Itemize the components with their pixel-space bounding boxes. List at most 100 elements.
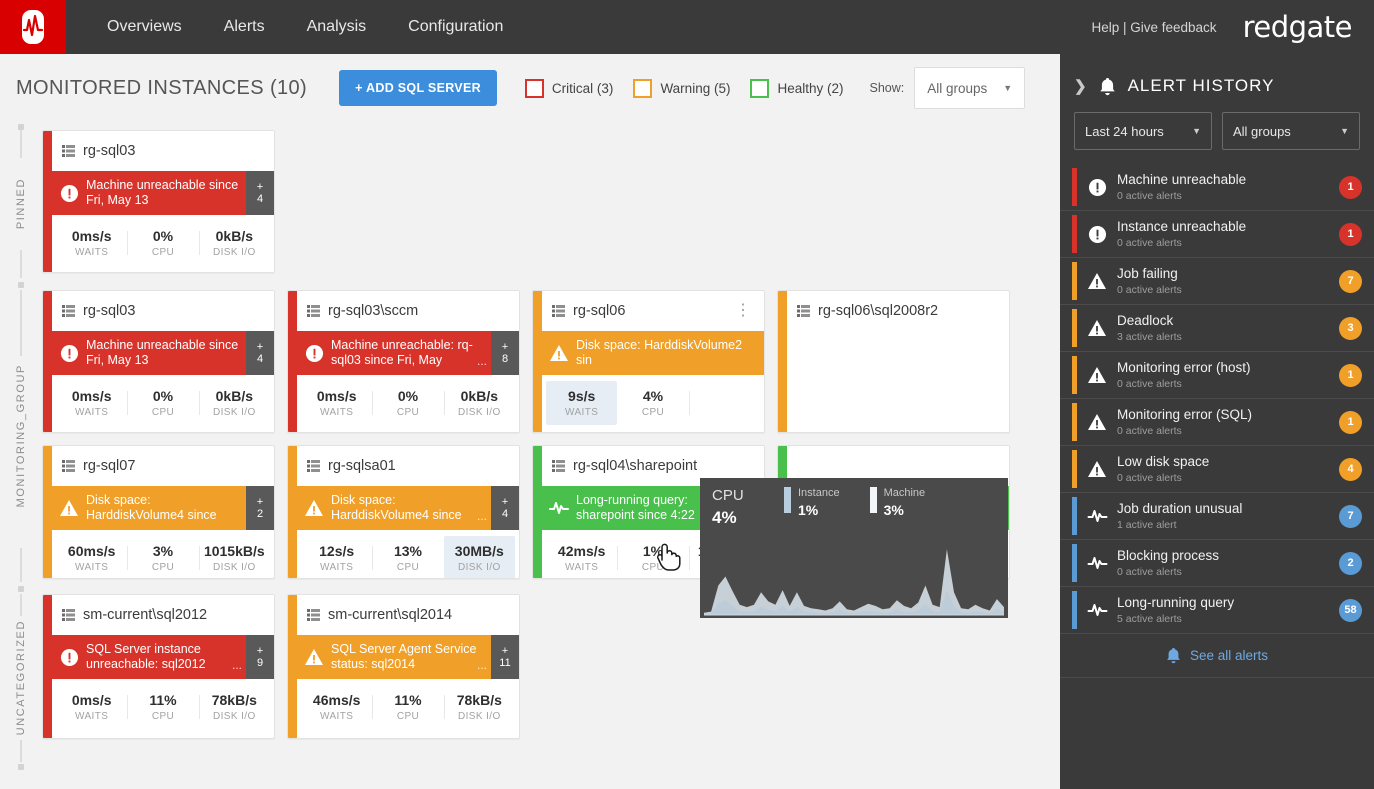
metric-disk-io[interactable]: 30MB/s DISK I/O: [444, 536, 515, 579]
metric-cpu[interactable]: 0% CPU: [127, 221, 198, 265]
card-alert-more-count[interactable]: +11: [491, 635, 519, 679]
alert-count-badge: 2: [1339, 552, 1362, 575]
instance-card[interactable]: rg-sql03 Machine unreachable since Fri, …: [42, 290, 275, 433]
exclamation-circle-icon: [52, 331, 86, 375]
instance-groups-scroll[interactable]: PINNED: [0, 122, 1060, 789]
alert-history-row[interactable]: Low disk space0 active alerts4: [1060, 446, 1374, 493]
card-alert-text: SQL Server instance unreachable: sql2012: [86, 642, 242, 672]
legend-filter-healthy[interactable]: Healthy (2): [750, 79, 843, 98]
metric-label: WAITS: [320, 711, 353, 722]
card-alert-band[interactable]: Machine unreachable since Fri, May 13 +4: [52, 171, 274, 215]
metric-waits[interactable]: 9s/s WAITS: [546, 381, 617, 425]
metric-cpu[interactable]: 11% CPU: [372, 685, 443, 729]
metric-cpu[interactable]: 11% CPU: [127, 685, 198, 729]
cards-row-uncategorized: sm-current\sql2012 SQL Server instance u…: [42, 594, 520, 762]
metric-value: 30MB/s: [455, 543, 504, 559]
metric-waits[interactable]: 60ms/s WAITS: [56, 536, 127, 579]
chevron-down-icon: ▼: [1192, 126, 1201, 136]
instance-card[interactable]: rg-sql03 Machine unreachable since Fri, …: [42, 130, 275, 273]
legend-filter-warning[interactable]: Warning (5): [633, 79, 730, 98]
nav-link-analysis[interactable]: Analysis: [286, 0, 388, 54]
metric-waits[interactable]: 46ms/s WAITS: [301, 685, 372, 729]
instance-card[interactable]: rg-sql07 Disk space: HarddiskVolume4 sin…: [42, 445, 275, 579]
card-alert-band[interactable]: Disk space: HarddiskVolume2 sin: [542, 331, 764, 375]
legend-swatch-instance: [784, 487, 791, 513]
metric-disk-io[interactable]: 0kB/s DISK I/O: [444, 381, 515, 425]
nav-link-configuration[interactable]: Configuration: [387, 0, 524, 54]
help-feedback-links[interactable]: Help | Give feedback: [1091, 20, 1216, 35]
alert-history-row[interactable]: Deadlock3 active alerts3: [1060, 305, 1374, 352]
metric-disk-io[interactable]: 0kB/s DISK I/O: [199, 381, 270, 425]
group-rail-label-pinned: PINNED: [15, 178, 27, 229]
card-alert-more-count[interactable]: +8: [491, 331, 519, 375]
metric-disk-io[interactable]: [689, 381, 760, 425]
critical-checkbox[interactable]: [525, 79, 544, 98]
card-alert-band[interactable]: SQL Server instance unreachable: sql2012…: [52, 635, 274, 679]
warning-checkbox[interactable]: [633, 79, 652, 98]
exclamation-circle-icon: [52, 635, 86, 679]
see-all-alerts-link[interactable]: See all alerts: [1060, 634, 1374, 678]
card-alert-band[interactable]: Disk space: HarddiskVolume4 since +2: [52, 486, 274, 530]
group-filter-select[interactable]: All groups ▼: [914, 67, 1025, 109]
card-alert-more-count[interactable]: +9: [246, 635, 274, 679]
metric-disk-io[interactable]: 1015kB/s DISK I/O: [199, 536, 270, 579]
card-alert-more-count[interactable]: +4: [246, 171, 274, 215]
legend-filter-critical[interactable]: Critical (3): [525, 79, 614, 98]
metric-waits[interactable]: 0ms/s WAITS: [56, 381, 127, 425]
metric-cpu[interactable]: 3% CPU: [127, 536, 198, 579]
metric-disk-io[interactable]: 0kB/s DISK I/O: [199, 221, 270, 265]
card-menu-icon[interactable]: ⋮: [732, 306, 754, 316]
server-icon: [62, 459, 76, 473]
card-header: rg-sql07: [52, 446, 274, 486]
group-rail-label-monitoring-group: MONITORING_GROUP: [15, 364, 27, 507]
alert-history-row[interactable]: Monitoring error (SQL)0 active alerts1: [1060, 399, 1374, 446]
card-alert-more-count[interactable]: +4: [246, 331, 274, 375]
alert-active-count: 0 active alerts: [1117, 472, 1339, 484]
metric-cpu[interactable]: 4% CPU: [617, 381, 688, 425]
nav-link-alerts[interactable]: Alerts: [203, 0, 286, 54]
card-alert-band[interactable]: SQL Server Agent Service status: sql2014…: [297, 635, 519, 679]
warning-triangle-icon: [297, 486, 331, 530]
card-alert-more-count[interactable]: +2: [246, 486, 274, 530]
instance-card[interactable]: rg-sqlsa01 Disk space: HarddiskVolume4 s…: [287, 445, 520, 579]
nav-link-overviews[interactable]: Overviews: [86, 0, 203, 54]
alert-history-row[interactable]: Long-running query5 active alerts58: [1060, 587, 1374, 634]
card-header: rg-sqlsa01: [297, 446, 519, 486]
alert-history-row[interactable]: Machine unreachable0 active alerts1: [1060, 164, 1374, 211]
add-sql-server-button[interactable]: + ADD SQL SERVER: [339, 70, 497, 106]
card-alert-band[interactable]: Machine unreachable since Fri, May 13 +4: [52, 331, 274, 375]
alert-history-row[interactable]: Monitoring error (host)0 active alerts1: [1060, 352, 1374, 399]
card-alert-band[interactable]: Disk space: HarddiskVolume4 since ... +4: [297, 486, 519, 530]
instance-card[interactable]: rg-sql06 ⋮ Disk space: HarddiskVolume2 s…: [532, 290, 765, 433]
instance-card[interactable]: sm-current\sql2014 SQL Server Agent Serv…: [287, 594, 520, 739]
metric-disk-io[interactable]: 78kB/s DISK I/O: [444, 685, 515, 729]
alert-history-row[interactable]: Job duration unusual1 active alert7: [1060, 493, 1374, 540]
healthy-checkbox[interactable]: [750, 79, 769, 98]
metric-waits[interactable]: 0ms/s WAITS: [301, 381, 372, 425]
legend-swatch-machine: [870, 487, 877, 513]
app-logo[interactable]: [0, 0, 66, 54]
metric-cpu[interactable]: 0% CPU: [127, 381, 198, 425]
tooltip-legend-instance: Instance 1%: [784, 487, 840, 528]
top-navigation-bar: Overviews Alerts Analysis Configuration …: [0, 0, 1374, 54]
instance-card[interactable]: rg-sql03\sccm Machine unreachable: rq-sq…: [287, 290, 520, 433]
alert-history-row[interactable]: Instance unreachable0 active alerts1: [1060, 211, 1374, 258]
metric-waits[interactable]: 42ms/s WAITS: [546, 536, 617, 579]
metric-waits[interactable]: 12s/s WAITS: [301, 536, 372, 579]
instance-card[interactable]: rg-sql06\sql2008r2: [777, 290, 1010, 433]
chevron-right-icon[interactable]: ❯: [1074, 77, 1087, 95]
nav-links: Overviews Alerts Analysis Configuration: [86, 0, 524, 54]
metric-cpu[interactable]: 13% CPU: [372, 536, 443, 579]
card-metrics: 0ms/s WAITS 11% CPU 78kB/s DISK I/O: [52, 679, 274, 735]
instance-card[interactable]: sm-current\sql2012 SQL Server instance u…: [42, 594, 275, 739]
alert-history-row[interactable]: Blocking process0 active alerts2: [1060, 540, 1374, 587]
alert-history-row[interactable]: Job failing0 active alerts7: [1060, 258, 1374, 305]
metric-waits[interactable]: 0ms/s WAITS: [56, 685, 127, 729]
metric-waits[interactable]: 0ms/s WAITS: [56, 221, 127, 265]
metric-cpu[interactable]: 0% CPU: [372, 381, 443, 425]
alert-group-select[interactable]: All groups ▼: [1222, 112, 1360, 150]
metric-disk-io[interactable]: 78kB/s DISK I/O: [199, 685, 270, 729]
card-alert-more-count[interactable]: +4: [491, 486, 519, 530]
time-range-select[interactable]: Last 24 hours ▼: [1074, 112, 1212, 150]
card-alert-band[interactable]: Machine unreachable: rq-sql03 since Fri,…: [297, 331, 519, 375]
